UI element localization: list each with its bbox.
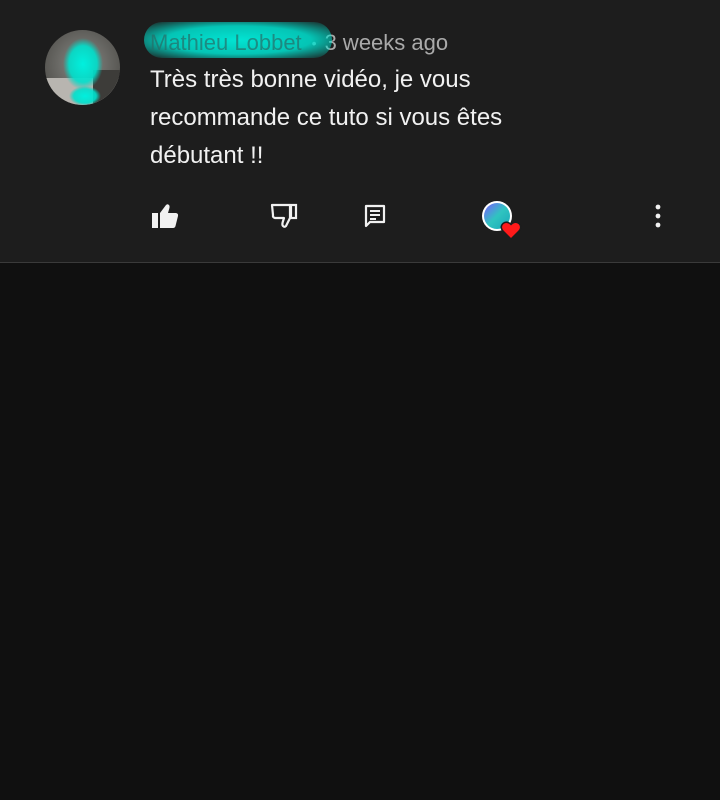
author-name[interactable]: Mathieu Lobbet <box>144 22 332 58</box>
comment-time: 3 weeks ago <box>324 30 449 55</box>
reply-button[interactable] <box>355 196 395 236</box>
comment-header: Mathieu Lobbet • 3 weeks ago <box>144 22 449 58</box>
thumb-down-outline-icon <box>270 203 298 228</box>
avatar[interactable] <box>45 30 120 105</box>
more-vertical-icon <box>655 204 661 228</box>
creator-heart-badge-icon <box>482 201 522 241</box>
creator-heart-badge <box>478 197 526 241</box>
comment-thread: Mathieu Lobbet • 3 weeks ago Très très b… <box>0 0 720 263</box>
author-name-text: Mathieu Lobbet <box>150 30 302 55</box>
more-options-button[interactable] <box>638 196 678 236</box>
comment-reply-icon <box>364 204 386 228</box>
dislike-button[interactable] <box>265 196 305 236</box>
avatar-image <box>45 30 120 105</box>
comment-text: Très très bonne vidéo, je vous recommand… <box>150 66 503 169</box>
like-button[interactable] <box>145 196 185 236</box>
thumb-up-filled-icon <box>152 204 179 228</box>
